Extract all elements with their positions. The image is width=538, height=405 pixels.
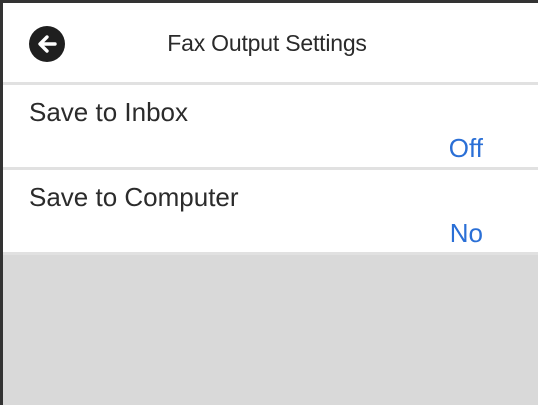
setting-value: No [449, 218, 483, 248]
setting-label: Save to Computer [29, 182, 239, 212]
page-title: Fax Output Settings [167, 30, 367, 56]
empty-list-area [3, 255, 538, 405]
back-button[interactable] [29, 26, 65, 62]
setting-value: Off [448, 133, 483, 163]
setting-save-to-computer[interactable]: Save to Computer No [3, 170, 538, 255]
setting-save-to-inbox[interactable]: Save to Inbox Off [3, 85, 538, 170]
setting-label: Save to Inbox [29, 97, 188, 127]
header-bar: Fax Output Settings [3, 3, 538, 85]
arrow-left-icon [38, 35, 57, 53]
fax-output-settings-screen: Fax Output Settings Save to Inbox Off Sa… [0, 0, 538, 405]
